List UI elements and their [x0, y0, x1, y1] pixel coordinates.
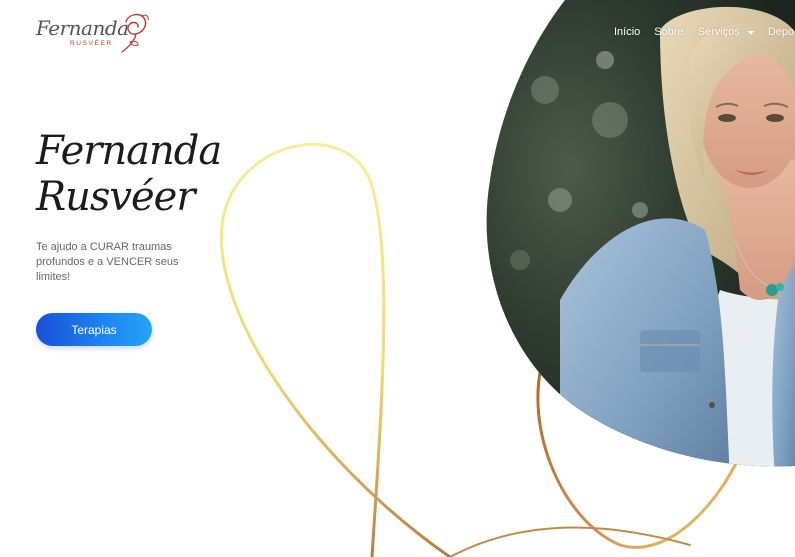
nav-item-inicio[interactable]: Início [614, 26, 640, 38]
page: Fernanda RUSVÉER Início Sobre Serviços D… [0, 0, 795, 557]
main-nav: Início Sobre Serviços Depo [614, 26, 794, 38]
rose-icon [121, 13, 149, 53]
nav-item-label: Início [614, 26, 641, 38]
hero-title-line2: Rusvéer [36, 174, 195, 220]
hero-subtitle: Te ajudo a CURAR traumas profundos e a V… [36, 241, 179, 283]
hero-title: Fernanda Rusvéer [36, 128, 222, 220]
hero-title-line1: Fernanda [36, 128, 222, 174]
site-logo[interactable]: Fernanda RUSVÉER [36, 12, 149, 56]
logo-script-text: Fernanda [36, 16, 129, 40]
nav-item-label: Sobre [654, 26, 684, 38]
nav-item-label: Depo [767, 26, 795, 38]
nav-item-depoimentos[interactable]: Depo [768, 26, 794, 38]
nav-item-sobre[interactable]: Sobre [654, 26, 683, 38]
nav-item-label: Serviços [697, 26, 740, 38]
terapias-button[interactable]: Terapias [36, 313, 152, 346]
logo-subtext: RUSVÉER [70, 40, 113, 47]
nav-item-servicos[interactable]: Serviços [698, 26, 754, 38]
chevron-down-icon [747, 30, 754, 35]
